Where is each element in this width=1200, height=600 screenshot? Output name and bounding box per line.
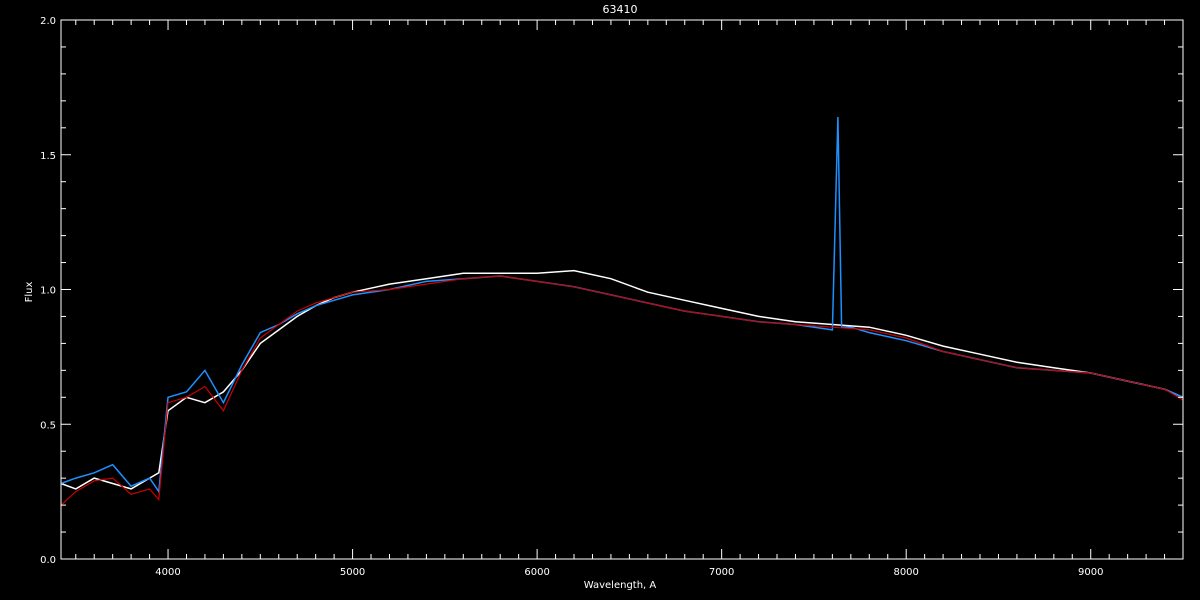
- x-tick-label: 9000: [1078, 567, 1103, 578]
- x-tick-label: 7000: [709, 567, 734, 578]
- y-tick-label: 0.0: [40, 555, 56, 566]
- y-tick-label: 2.0: [40, 16, 56, 27]
- y-tick-label: 1.5: [40, 151, 56, 162]
- spectrum-chart: 63410 4000 5000 6000 7000 8000 9000 0.0 0.5 1.0 1…: [0, 0, 1200, 600]
- y-tick-label: 1.0: [40, 286, 56, 297]
- x-axis-label: Wavelength, A: [584, 580, 657, 591]
- y-axis-label: Flux: [24, 282, 35, 303]
- x-tick-label: 5000: [340, 567, 365, 578]
- x-tick-label: 6000: [524, 567, 549, 578]
- y-tick-label: 0.5: [40, 420, 56, 431]
- x-tick-label: 8000: [893, 567, 918, 578]
- x-tick-label: 4000: [155, 567, 180, 578]
- chart-background: [0, 0, 1200, 600]
- chart-title: 63410: [603, 3, 638, 16]
